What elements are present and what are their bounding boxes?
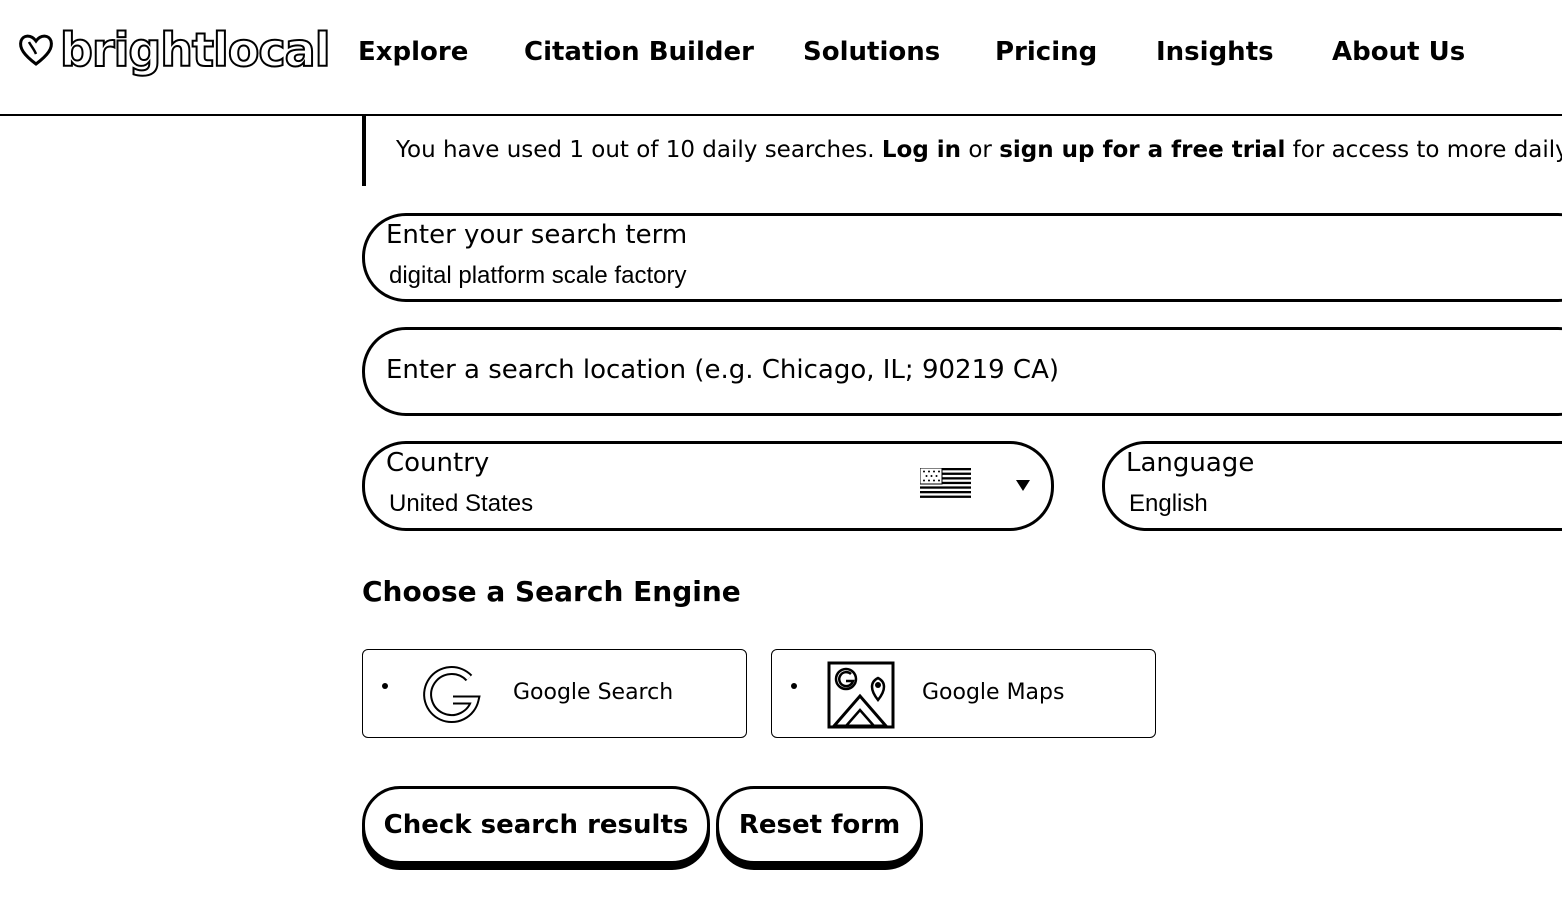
engine-label: Google Maps: [922, 680, 1065, 705]
heart-icon: [19, 34, 53, 66]
reset-form-button[interactable]: Reset form: [716, 786, 923, 864]
language-label: Language: [1126, 448, 1255, 478]
engine-label: Google Search: [513, 680, 674, 705]
search-term-field[interactable]: Enter your search term digital platform …: [362, 213, 1562, 302]
country-select[interactable]: Country United States: [362, 441, 1054, 531]
search-term-label: Enter your search term: [386, 220, 688, 250]
logo[interactable]: brightlocal: [16, 23, 331, 77]
country-label: Country: [386, 448, 490, 478]
check-results-button[interactable]: Check search results: [362, 786, 710, 864]
nav-insights[interactable]: Insights: [1156, 37, 1274, 67]
chevron-down-icon[interactable]: [1016, 480, 1030, 491]
google-icon: [423, 666, 481, 724]
nav-explore[interactable]: Explore: [358, 37, 468, 67]
location-field[interactable]: Enter a search location (e.g. Chicago, I…: [362, 327, 1562, 416]
location-input[interactable]: Enter a search location (e.g. Chicago, I…: [386, 355, 1059, 385]
country-value: United States: [389, 490, 534, 517]
notice-suffix: for access to more daily searches.: [1292, 137, 1562, 163]
language-select[interactable]: Language English: [1102, 441, 1562, 531]
nav-pricing[interactable]: Pricing: [995, 37, 1097, 67]
radio-button[interactable]: [791, 683, 797, 689]
nav-citation-builder[interactable]: Citation Builder: [524, 37, 754, 67]
signup-link[interactable]: sign up for a free trial: [999, 137, 1285, 163]
notice-prefix: You have used 1 out of 10 daily searches…: [396, 137, 882, 163]
engine-option-google-search[interactable]: Google Search: [362, 649, 747, 738]
nav-solutions[interactable]: Solutions: [803, 37, 940, 67]
language-value: English: [1129, 490, 1208, 517]
site-header: brightlocal Explore Citation Builder Sol…: [0, 0, 1562, 116]
search-engine-heading: Choose a Search Engine: [362, 575, 741, 608]
engine-option-google-maps[interactable]: Google Maps: [771, 649, 1156, 738]
google-maps-icon: [827, 661, 895, 729]
search-limit-notice: You have used 1 out of 10 daily searches…: [362, 116, 1562, 186]
logo-text: brightlocal: [59, 23, 331, 77]
radio-button[interactable]: [382, 683, 388, 689]
login-link[interactable]: Log in: [882, 137, 961, 163]
us-flag-icon: [920, 468, 971, 498]
notice-middle: or: [961, 137, 1000, 163]
nav-about-us[interactable]: About Us: [1332, 37, 1465, 67]
search-term-input[interactable]: digital platform scale factory: [389, 262, 686, 290]
